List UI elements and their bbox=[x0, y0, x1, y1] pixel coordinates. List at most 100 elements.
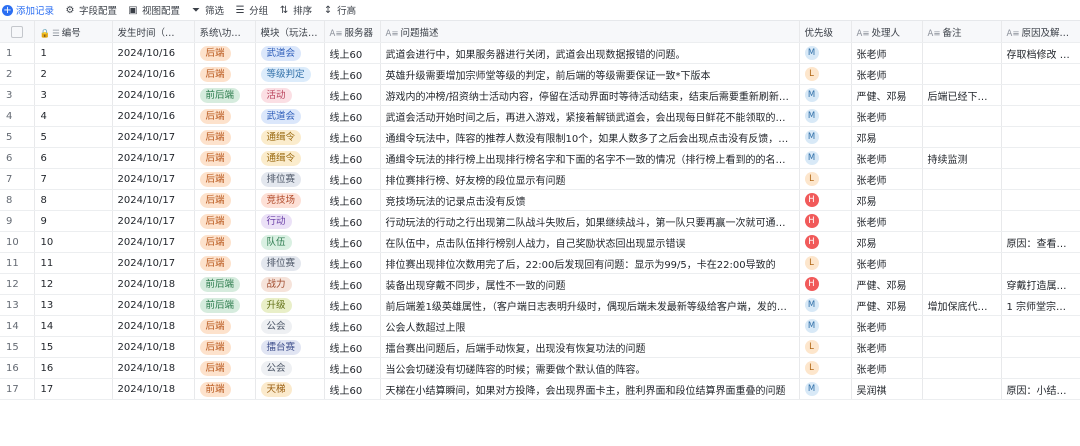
cell-handler[interactable]: 吴润祺 bbox=[851, 378, 923, 400]
cell-system[interactable]: 后端 bbox=[194, 336, 256, 358]
cell-server[interactable]: 线上60 bbox=[324, 231, 381, 253]
cell-priority[interactable]: H bbox=[799, 273, 852, 295]
select-all-checkbox[interactable] bbox=[0, 21, 35, 43]
cell-desc[interactable]: 在队伍中，点击队伍排行榜别人战力，自己奖励状态回出现显示错误 bbox=[380, 231, 800, 253]
cell-reason[interactable]: 原因：查看他人名… bbox=[1001, 231, 1080, 253]
cell-module[interactable]: 公会 bbox=[255, 357, 325, 379]
sort-button[interactable]: ⇅ 排序 bbox=[278, 3, 312, 18]
cell-desc[interactable]: 通缉令玩法的排行榜上出现排行榜名字和下面的名字不一致的情况（排行榜上看到的的名字… bbox=[380, 147, 800, 169]
table-row[interactable]: 9 9 2024/10/17 后端 行动 线上60 行动玩法的行动之行出现第二队战斗失败后，… bbox=[0, 210, 1080, 232]
cell-desc[interactable]: 前后端差1级英雄属性，（客户端日志表明升级时，偶现后端未发最新等级给客户端，发的… bbox=[380, 294, 800, 316]
cell-time[interactable]: 2024/10/18 bbox=[112, 294, 195, 316]
cell-desc[interactable]: 排位赛出现排位次数用完了后，22:00后发现回有问题：显示为99/5，卡在22:… bbox=[380, 252, 800, 274]
table-row[interactable]: 4 4 2024/10/16 后端 武道会 线上60 武道会活动开始时间之后，再进入游戏，紧… bbox=[0, 105, 1080, 127]
cell-note[interactable] bbox=[922, 126, 1002, 148]
cell-time[interactable]: 2024/10/17 bbox=[112, 210, 195, 232]
cell-desc[interactable]: 游戏内的冲榜/招资纳士活动内容，停留在活动界面时等待活动结束，结束后需要重新刷新… bbox=[380, 84, 800, 106]
cell-system[interactable]: 后端 bbox=[194, 168, 256, 190]
cell-handler[interactable]: 严健、邓易 bbox=[851, 84, 923, 106]
cell-note[interactable] bbox=[922, 168, 1002, 190]
cell-time[interactable]: 2024/10/16 bbox=[112, 105, 195, 127]
cell-handler[interactable]: 张老师 bbox=[851, 252, 923, 274]
cell-system[interactable]: 后端 bbox=[194, 210, 256, 232]
cell-priority[interactable]: L bbox=[799, 252, 852, 274]
cell-priority[interactable]: M bbox=[799, 294, 852, 316]
cell-handler[interactable]: 张老师 bbox=[851, 63, 923, 85]
cell-id[interactable]: 1 bbox=[34, 42, 113, 64]
cell-reason[interactable] bbox=[1001, 189, 1080, 211]
cell-id[interactable]: 2 bbox=[34, 63, 113, 85]
cell-module[interactable]: 武道会 bbox=[255, 42, 325, 64]
column-header-system[interactable]: 系统\功能… bbox=[194, 21, 256, 43]
cell-module[interactable]: 活动 bbox=[255, 84, 325, 106]
cell-time[interactable]: 2024/10/18 bbox=[112, 357, 195, 379]
cell-id[interactable]: 13 bbox=[34, 294, 113, 316]
cell-server[interactable]: 线上60 bbox=[324, 357, 381, 379]
cell-desc[interactable]: 行动玩法的行动之行出现第二队战斗失败后，如果继续战斗，第一队只要再赢一次就可通过… bbox=[380, 210, 800, 232]
cell-desc[interactable]: 擂台赛出问题后，后端手动恢复，出现没有恢复功法的问题 bbox=[380, 336, 800, 358]
table-row[interactable]: 13 13 2024/10/18 前后端 升级 线上60 前后端差1级英雄属性，（客户端日志… bbox=[0, 294, 1080, 316]
cell-system[interactable]: 后端 bbox=[194, 126, 256, 148]
cell-priority[interactable]: M bbox=[799, 126, 852, 148]
cell-note[interactable] bbox=[922, 357, 1002, 379]
cell-module[interactable]: 武道会 bbox=[255, 105, 325, 127]
cell-module[interactable]: 升级 bbox=[255, 294, 325, 316]
cell-note[interactable] bbox=[922, 210, 1002, 232]
cell-note[interactable] bbox=[922, 42, 1002, 64]
cell-desc[interactable]: 天梯在小结算瞬间，如果对方投降，会出现界面卡主，胜利界面和段位结算界面重叠的问题 bbox=[380, 378, 800, 400]
cell-system[interactable]: 后端 bbox=[194, 42, 256, 64]
table-row[interactable]: 11 11 2024/10/17 后端 排位赛 线上60 排位赛出现排位次数用完了后，22:… bbox=[0, 252, 1080, 274]
cell-reason[interactable] bbox=[1001, 84, 1080, 106]
cell-time[interactable]: 2024/10/17 bbox=[112, 147, 195, 169]
cell-module[interactable]: 队伍 bbox=[255, 231, 325, 253]
cell-priority[interactable]: L bbox=[799, 168, 852, 190]
cell-id[interactable]: 6 bbox=[34, 147, 113, 169]
table-row[interactable]: 12 12 2024/10/18 前后端 战力 线上60 装备出现穿戴不同步，属性不一致的问… bbox=[0, 273, 1080, 295]
cell-handler[interactable]: 张老师 bbox=[851, 105, 923, 127]
cell-time[interactable]: 2024/10/17 bbox=[112, 231, 195, 253]
cell-reason[interactable]: 1 宗师堂宗师的权… bbox=[1001, 294, 1080, 316]
table-row[interactable]: 8 8 2024/10/17 后端 竞技场 线上60 竞技场玩法的记录点击没有反馈 H 邓易 bbox=[0, 189, 1080, 211]
cell-handler[interactable]: 张老师 bbox=[851, 168, 923, 190]
cell-id[interactable]: 5 bbox=[34, 126, 113, 148]
cell-reason[interactable] bbox=[1001, 357, 1080, 379]
cell-time[interactable]: 2024/10/18 bbox=[112, 336, 195, 358]
group-button[interactable]: ☰ 分组 bbox=[234, 3, 269, 18]
cell-time[interactable]: 2024/10/17 bbox=[112, 252, 195, 274]
cell-system[interactable]: 后端 bbox=[194, 315, 256, 337]
cell-system[interactable]: 后端 bbox=[194, 189, 256, 211]
cell-server[interactable]: 线上60 bbox=[324, 63, 381, 85]
cell-reason[interactable]: 穿戴打造属性用的… bbox=[1001, 273, 1080, 295]
table-row[interactable]: 5 5 2024/10/17 后端 通缉令 线上60 通缉令玩法中，阵容的推荐人数没有限制1… bbox=[0, 126, 1080, 148]
cell-handler[interactable]: 邓易 bbox=[851, 231, 923, 253]
cell-reason[interactable] bbox=[1001, 168, 1080, 190]
cell-server[interactable]: 线上60 bbox=[324, 168, 381, 190]
cell-reason[interactable] bbox=[1001, 147, 1080, 169]
cell-time[interactable]: 2024/10/18 bbox=[112, 378, 195, 400]
cell-handler[interactable]: 张老师 bbox=[851, 336, 923, 358]
cell-desc[interactable]: 装备出现穿戴不同步，属性不一致的问题 bbox=[380, 273, 800, 295]
cell-server[interactable]: 线上60 bbox=[324, 273, 381, 295]
cell-note[interactable] bbox=[922, 378, 1002, 400]
cell-priority[interactable]: L bbox=[799, 63, 852, 85]
cell-module[interactable]: 竞技场 bbox=[255, 189, 325, 211]
table-row[interactable]: 6 6 2024/10/17 后端 通缉令 线上60 通缉令玩法的排行榜上出现排行榜名字和下… bbox=[0, 147, 1080, 169]
cell-handler[interactable]: 张老师 bbox=[851, 357, 923, 379]
cell-module[interactable]: 战力 bbox=[255, 273, 325, 295]
view-config-button[interactable]: ▣ 视图配置 bbox=[127, 3, 180, 18]
cell-reason[interactable] bbox=[1001, 105, 1080, 127]
cell-priority[interactable]: M bbox=[799, 147, 852, 169]
cell-module[interactable]: 公会 bbox=[255, 315, 325, 337]
cell-server[interactable]: 线上60 bbox=[324, 294, 381, 316]
cell-id[interactable]: 8 bbox=[34, 189, 113, 211]
cell-priority[interactable]: L bbox=[799, 357, 852, 379]
cell-priority[interactable]: H bbox=[799, 231, 852, 253]
table-row[interactable]: 7 7 2024/10/17 后端 排位赛 线上60 排位赛排行榜、好友榜的段位显示有问题 L… bbox=[0, 168, 1080, 190]
cell-note[interactable] bbox=[922, 273, 1002, 295]
cell-desc[interactable]: 英雄升级需要增加宗师堂等级的判定，前后端的等级需要保证一致*下版本 bbox=[380, 63, 800, 85]
cell-server[interactable]: 线上60 bbox=[324, 210, 381, 232]
table-row[interactable]: 1 1 2024/10/16 后端 武道会 线上60 武道会进行中，如果服务器进行关闭，武道… bbox=[0, 42, 1080, 64]
table-row[interactable]: 3 3 2024/10/16 前后端 活动 线上60 游戏内的冲榜/招资纳士活动内容，停留在… bbox=[0, 84, 1080, 106]
column-header-time[interactable]: 发生时间（… bbox=[112, 21, 195, 43]
cell-module[interactable]: 天梯 bbox=[255, 378, 325, 400]
